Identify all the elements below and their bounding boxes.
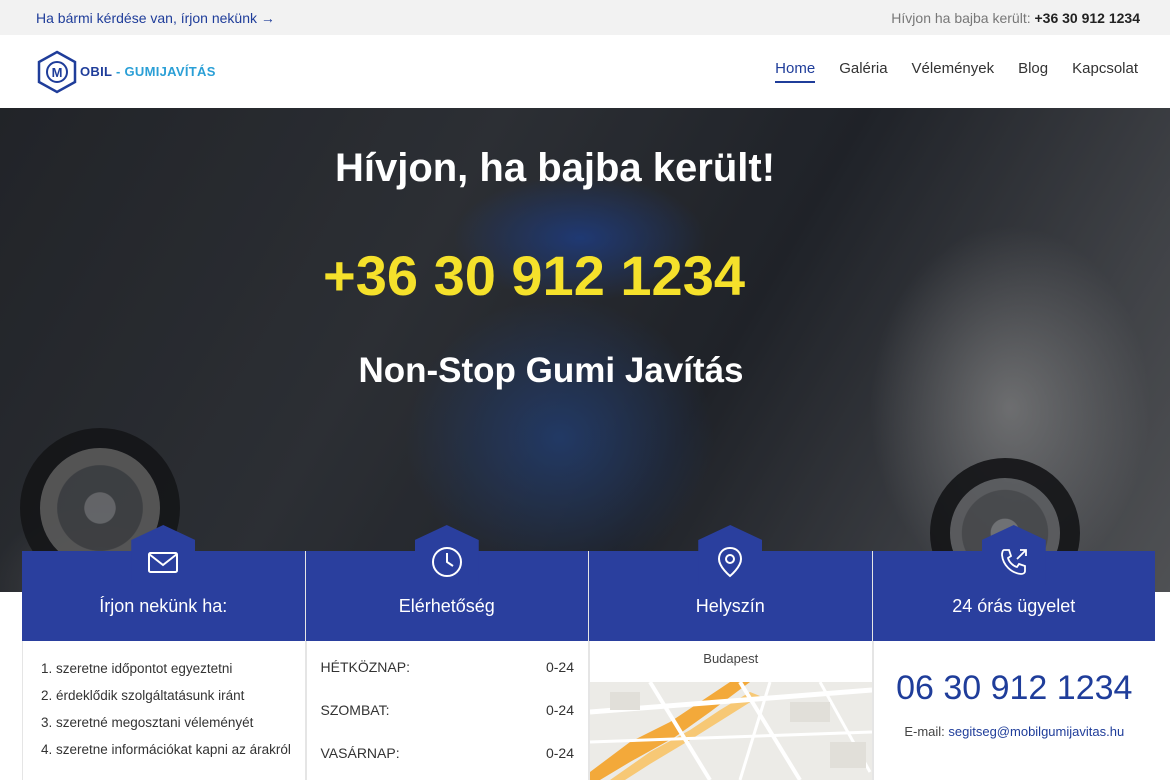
hero-phone[interactable]: +36 30 912 1234 xyxy=(0,243,1068,308)
feature-header: Elérhetőség xyxy=(305,525,588,641)
hero-subtitle: Non-Stop Gumi Javítás xyxy=(358,351,744,390)
feature-body: 1. szeretne időpontot egyeztetni 2. érde… xyxy=(22,641,305,780)
top-phone-label: Hívjon ha bajba került: xyxy=(891,9,1031,26)
nav-contact[interactable]: Kapcsolat xyxy=(1072,60,1138,83)
logo-hexagon-icon: M xyxy=(37,50,77,93)
list-item: 4. szeretne információkat kapni az árakr… xyxy=(41,742,291,757)
email-line: E-mail: segitseg@mobilgumijavitas.hu xyxy=(874,724,1156,739)
main-nav: Home Galéria Vélemények Blog Kapcsolat xyxy=(775,60,1138,83)
top-phone-info: Hívjon ha bajba került: +36 30 912 1234 xyxy=(891,10,1140,26)
hero-title: Hívjon, ha bajba került! xyxy=(334,146,776,190)
hours-value: 0-24 xyxy=(545,659,574,675)
hours-row: SZOMBAT: 0-24 xyxy=(321,702,575,745)
logo-text-part1: OBIL xyxy=(80,64,113,79)
feature-title: Elérhetőség xyxy=(398,596,495,616)
hours-day: VASÁRNAP: xyxy=(320,745,400,761)
clock-icon xyxy=(431,547,462,577)
map-graphic xyxy=(590,682,872,780)
reasons-list: 1. szeretne időpontot egyeztetni 2. érde… xyxy=(23,641,305,757)
nav-blog[interactable]: Blog xyxy=(1018,60,1048,83)
feature-header: 24 órás ügyelet xyxy=(872,525,1155,641)
feature-availability: Elérhetőség HÉTKÖZNAP: 0-24 SZOMBAT: 0-2… xyxy=(305,525,589,780)
hours-value: 0-24 xyxy=(545,702,574,718)
feature-write-us: Írjon nekünk ha: 1. szeretne időpontot e… xyxy=(22,525,306,780)
service-phone[interactable]: 06 30 912 1234 xyxy=(874,641,1156,708)
feature-24h-service: 24 órás ügyelet 06 30 912 1234 E-mail: s… xyxy=(872,525,1156,780)
location-map[interactable] xyxy=(590,682,872,780)
email-link[interactable]: segitseg@mobilgumijavitas.hu xyxy=(948,724,1124,739)
opening-hours: HÉTKÖZNAP: 0-24 SZOMBAT: 0-24 VASÁRNAP: … xyxy=(305,641,588,780)
feature-title: 24 órás ügyelet xyxy=(952,596,1076,616)
feature-title: Helyszín xyxy=(695,596,765,616)
list-item: 3. szeretné megosztani véleményét xyxy=(41,715,254,730)
nav-reviews[interactable]: Vélemények xyxy=(912,60,995,83)
hero-banner: Hívjon, ha bajba került! +36 30 912 1234… xyxy=(0,108,1170,592)
feature-header: Írjon nekünk ha: xyxy=(22,525,305,641)
hours-value: 0-24 xyxy=(545,745,574,761)
logo-text: OBIL - GUMIJAVÍTÁS xyxy=(80,64,216,79)
list-item: 2. érdeklődik szolgáltatásunk iránt xyxy=(41,688,245,703)
location-body: Budapest xyxy=(589,641,872,780)
feature-header: Helyszín xyxy=(589,525,872,641)
hours-row: HÉTKÖZNAP: 0-24 xyxy=(321,659,575,702)
envelope-icon xyxy=(148,552,179,573)
top-phone-number[interactable]: +36 30 912 1234 xyxy=(1035,10,1141,26)
hours-day: HÉTKÖZNAP: xyxy=(320,659,410,675)
hours-row: VASÁRNAP: 0-24 xyxy=(321,745,575,780)
feature-title: Írjon nekünk ha: xyxy=(99,596,228,616)
contact-link[interactable]: Ha bármi kérdése van, írjon nekünk → xyxy=(36,10,275,26)
feature-location: Helyszín Budapest xyxy=(589,525,873,780)
feature-boxes: Írjon nekünk ha: 1. szeretne időpontot e… xyxy=(22,525,1156,780)
site-logo[interactable]: M OBIL - GUMIJAVÍTÁS xyxy=(36,50,216,94)
list-item: 1. szeretne időpontot egyeztetni xyxy=(41,661,233,676)
map-pin-icon xyxy=(718,546,743,578)
hours-day: SZOMBAT: xyxy=(320,702,390,718)
phone-call-icon xyxy=(1000,549,1027,575)
logo-letter: M xyxy=(52,65,63,80)
contact-body: 06 30 912 1234 E-mail: segitseg@mobilgum… xyxy=(872,641,1156,780)
nav-gallery[interactable]: Galéria xyxy=(839,60,887,83)
site-header: M OBIL - GUMIJAVÍTÁS Home Galéria Vélemé… xyxy=(0,35,1170,108)
nav-home[interactable]: Home xyxy=(775,60,816,83)
logo-text-part2: - GUMIJAVÍTÁS xyxy=(112,64,216,79)
map-city-label: Budapest xyxy=(703,651,759,666)
top-bar: Ha bármi kérdése van, írjon nekünk → Hív… xyxy=(0,0,1170,35)
email-label: E-mail: xyxy=(904,724,945,739)
